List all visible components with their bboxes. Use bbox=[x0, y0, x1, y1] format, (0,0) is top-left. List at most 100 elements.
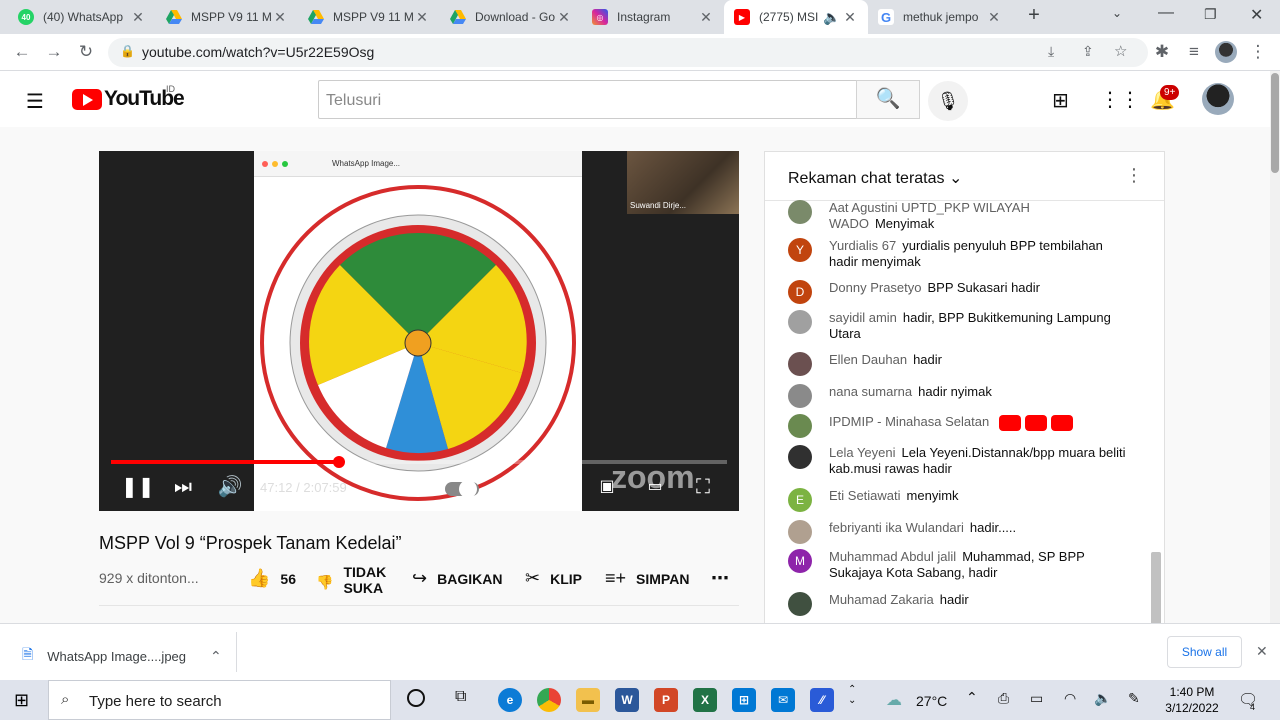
chat-author[interactable]: Muhamad Zakaria bbox=[829, 592, 934, 607]
tab-close-icon[interactable]: ✕ bbox=[414, 9, 430, 26]
page-scrollbar-thumb[interactable] bbox=[1271, 73, 1279, 173]
hamburger-menu-icon[interactable]: ☰ bbox=[26, 89, 44, 114]
chat-author[interactable]: Yurdialis 67 bbox=[829, 238, 896, 253]
task-view-icon[interactable]: ⧉ bbox=[455, 688, 466, 706]
chat-avatar[interactable] bbox=[788, 384, 812, 408]
chat-avatar[interactable]: E bbox=[788, 488, 812, 512]
share-icon[interactable]: ⇪ bbox=[1082, 43, 1094, 60]
tab-youtube-active[interactable]: ▶ (2775) MSI 🔈 ✕ bbox=[724, 0, 868, 34]
chat-author[interactable]: sayidil amin bbox=[829, 310, 897, 325]
wifi-icon[interactable]: ◠ bbox=[1064, 690, 1076, 707]
store-icon[interactable]: ⊞ bbox=[732, 688, 756, 712]
like-button[interactable]: 👍 56 bbox=[248, 568, 296, 589]
restore-icon[interactable]: ❐ bbox=[1204, 6, 1217, 23]
chat-scrollbar[interactable] bbox=[1151, 552, 1161, 630]
powerpoint-icon[interactable]: P bbox=[654, 688, 678, 712]
extensions-puzzle-icon[interactable]: ✱ bbox=[1152, 42, 1172, 62]
tab-close-icon[interactable]: ✕ bbox=[986, 9, 1002, 26]
taskbar-overflow-chevron-icon[interactable]: ⌃ ⌄ bbox=[848, 684, 856, 706]
volume-icon[interactable]: 🔊 bbox=[215, 476, 245, 498]
miniplayer-icon[interactable]: ▣ bbox=[592, 476, 622, 498]
chat-avatar[interactable] bbox=[788, 445, 812, 469]
chat-menu-kebab-icon[interactable]: ⋮ bbox=[1125, 165, 1143, 186]
speaker-icon[interactable]: 🔈 bbox=[822, 9, 842, 26]
speaker-volume-icon[interactable]: 🔈 bbox=[1094, 690, 1111, 707]
save-button[interactable]: ≡+ SIMPAN bbox=[605, 568, 689, 589]
tab-close-icon[interactable]: ✕ bbox=[842, 9, 858, 26]
show-all-button[interactable]: Show all bbox=[1167, 636, 1242, 668]
create-video-icon[interactable]: ⊞ bbox=[1052, 88, 1069, 113]
chat-author[interactable]: Eti Setiawati bbox=[829, 488, 901, 503]
mail-icon[interactable]: ✉ bbox=[771, 688, 795, 712]
word-icon[interactable]: W bbox=[615, 688, 639, 712]
chat-avatar[interactable]: M bbox=[788, 549, 812, 573]
chat-author[interactable]: Lela Yeyeni bbox=[829, 445, 896, 460]
chat-avatar[interactable]: D bbox=[788, 280, 812, 304]
back-arrow-icon[interactable]: ← bbox=[12, 42, 32, 62]
minimize-icon[interactable]: — bbox=[1158, 4, 1174, 22]
fullscreen-icon[interactable]: ⛶ bbox=[688, 476, 718, 498]
theater-mode-icon[interactable]: ▭ bbox=[640, 476, 670, 498]
tab-close-icon[interactable]: ✕ bbox=[272, 9, 288, 26]
weather-icon[interactable]: ☁ bbox=[886, 690, 902, 710]
download-item[interactable]: 🗎 WhatsApp Image....jpeg ⌃ bbox=[22, 644, 222, 668]
pause-icon[interactable]: ❚❚ bbox=[121, 476, 155, 498]
battery-icon[interactable]: ▭ bbox=[1030, 690, 1043, 707]
captions-icon[interactable]: ▭ bbox=[495, 476, 525, 498]
scrubber-handle[interactable] bbox=[332, 456, 345, 468]
more-actions-icon[interactable]: ⋯ bbox=[711, 568, 729, 589]
page-scrollbar[interactable] bbox=[1270, 71, 1280, 623]
autoplay-toggle[interactable] bbox=[445, 480, 479, 498]
address-bar[interactable]: 🔒 youtube.com/watch?v=U5r22E59Osg ⤓ ⇪ ☆ bbox=[108, 38, 1148, 67]
tab-drive-1[interactable]: MSPP V9 11 M ✕ bbox=[156, 0, 298, 34]
device-icon[interactable]: ⎙ bbox=[998, 690, 1009, 707]
chevron-up-icon[interactable]: ⌃ bbox=[210, 648, 222, 665]
install-icon[interactable]: ⤓ bbox=[1048, 43, 1054, 60]
app-icon[interactable]: ⁄⁄ bbox=[810, 688, 834, 712]
settings-gear-icon[interactable]: ⚙ bbox=[544, 476, 574, 498]
chat-avatar[interactable] bbox=[788, 200, 812, 224]
tab-drive-2[interactable]: MSPP V9 11 M ✕ bbox=[298, 0, 440, 34]
chat-author[interactable]: nana sumarna bbox=[829, 384, 912, 399]
account-avatar[interactable] bbox=[1202, 83, 1234, 115]
temperature[interactable]: 27°C bbox=[916, 693, 947, 709]
chat-avatar[interactable] bbox=[788, 592, 812, 616]
pen-icon[interactable]: ✎ bbox=[1128, 690, 1140, 707]
chat-author[interactable]: Ellen Dauhan bbox=[829, 352, 907, 367]
system-clock[interactable]: 1:40 PM 3/12/2022 bbox=[1160, 684, 1224, 716]
chat-avatar[interactable] bbox=[788, 520, 812, 544]
tab-whatsapp[interactable]: 40 (40) WhatsApp ✕ bbox=[8, 0, 156, 34]
windows-start-icon[interactable]: ⊞ bbox=[14, 690, 29, 711]
menu-kebab-icon[interactable]: ⋮ bbox=[1248, 42, 1268, 62]
forward-arrow-icon[interactable]: → bbox=[44, 42, 64, 62]
video-player[interactable]: WhatsApp Image... Suwandi Dirje... zoom … bbox=[99, 151, 739, 511]
cortana-icon[interactable] bbox=[407, 689, 425, 707]
search-input[interactable]: Telusuri bbox=[318, 80, 857, 119]
progress-bar[interactable] bbox=[111, 456, 727, 468]
dislike-button[interactable]: 👎 TIDAK SUKA bbox=[316, 564, 386, 596]
chat-avatar[interactable]: Y bbox=[788, 238, 812, 262]
chat-avatar[interactable] bbox=[788, 352, 812, 376]
profile-avatar[interactable] bbox=[1215, 41, 1237, 63]
file-explorer-icon[interactable]: ▬ bbox=[576, 688, 600, 712]
view-count[interactable]: 929 x ditonton... bbox=[99, 570, 199, 586]
close-window-icon[interactable]: ✕ bbox=[1250, 5, 1263, 25]
reload-icon[interactable]: ↻ bbox=[76, 42, 96, 62]
tray-chevron-icon[interactable]: ⌃ bbox=[966, 689, 978, 706]
apps-grid-icon[interactable]: ⋮⋮ bbox=[1100, 87, 1140, 112]
share-button[interactable]: ↪ BAGIKAN bbox=[412, 568, 502, 589]
chat-author[interactable]: Donny Prasetyo bbox=[829, 280, 922, 295]
chat-author[interactable]: febriyanti ika Wulandari bbox=[829, 520, 964, 535]
clip-button[interactable]: ✂ KLIP bbox=[525, 568, 582, 589]
chat-avatar[interactable] bbox=[788, 310, 812, 334]
new-tab-plus-icon[interactable]: + bbox=[1022, 4, 1046, 28]
chat-avatar[interactable] bbox=[788, 414, 812, 438]
chat-author[interactable]: Muhammad Abdul jalil bbox=[829, 549, 956, 564]
taskbar-search-input[interactable]: ⌕ Type here to search bbox=[48, 680, 391, 720]
next-icon[interactable]: ⏭ bbox=[168, 476, 198, 498]
edge-icon[interactable]: e bbox=[498, 688, 522, 712]
media-control-icon[interactable]: ≡ bbox=[1184, 42, 1204, 62]
tab-instagram[interactable]: ◎ Instagram ✕ bbox=[582, 0, 724, 34]
youtube-logo-icon[interactable] bbox=[72, 89, 102, 110]
notification-center-icon[interactable]: 🗨 bbox=[1238, 690, 1258, 710]
